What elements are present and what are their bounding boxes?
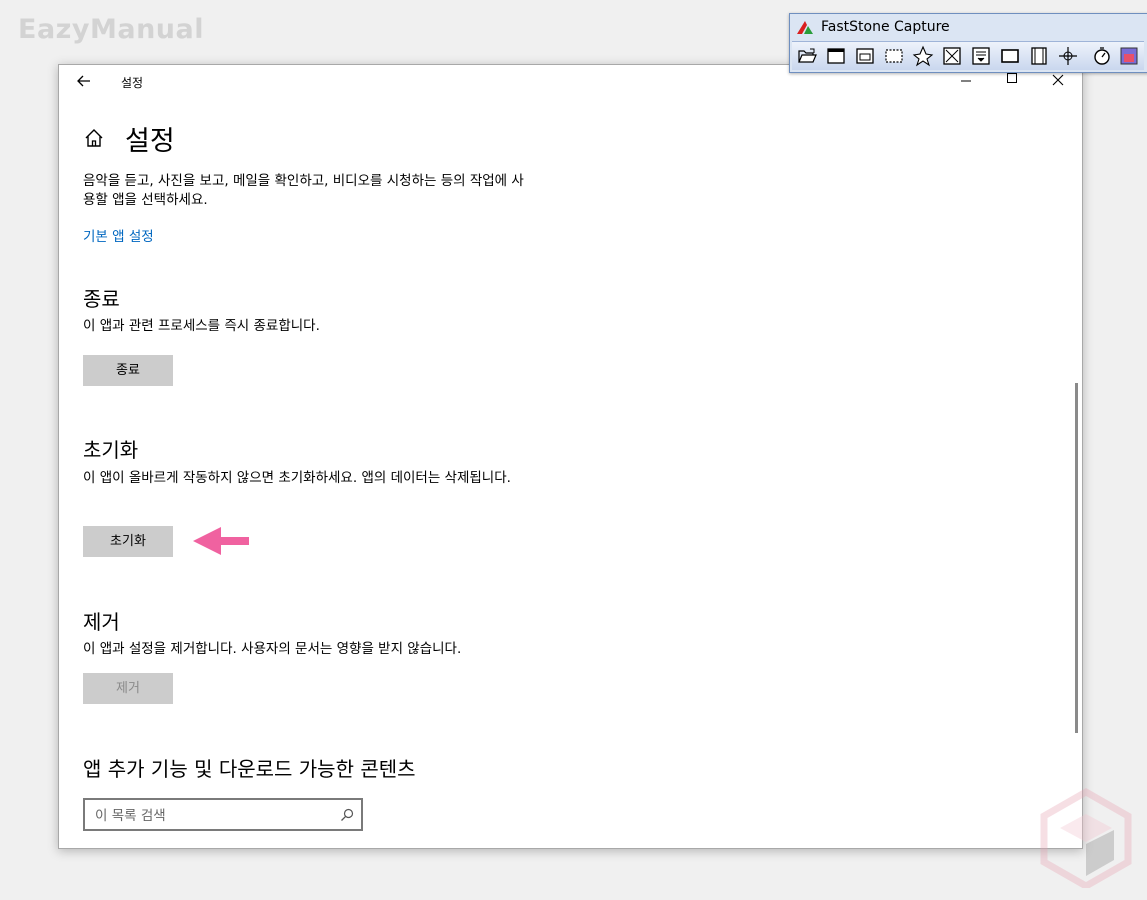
window-title: 설정 xyxy=(121,76,144,90)
back-arrow-icon xyxy=(77,75,90,87)
terminate-description: 이 앱과 관련 프로세스를 즉시 종료합니다. xyxy=(83,318,320,334)
terminate-heading: 종료 xyxy=(83,287,120,311)
terminate-button[interactable]: 종료 xyxy=(83,355,173,386)
object-capture-icon[interactable] xyxy=(854,45,876,67)
timer-icon[interactable] xyxy=(1091,45,1113,67)
faststone-title: FastStone Capture xyxy=(821,19,950,35)
search-input[interactable] xyxy=(85,800,337,831)
video-record-icon[interactable] xyxy=(1028,45,1050,67)
faststone-logo-icon xyxy=(797,21,813,34)
search-box xyxy=(83,798,363,831)
watermark-text: EazyManual xyxy=(18,14,204,45)
faststone-tools xyxy=(792,41,1144,70)
close-button[interactable] xyxy=(1043,71,1073,91)
window-capture-icon[interactable] xyxy=(825,45,847,67)
crosshair-icon[interactable] xyxy=(1057,45,1079,67)
open-icon[interactable] xyxy=(796,45,818,67)
scrollbar[interactable] xyxy=(1075,383,1078,733)
page-description: 음악을 듣고, 사진을 보고, 메일을 확인하고, 비디오를 시청하는 등의 작… xyxy=(83,173,524,208)
pink-arrow-icon xyxy=(193,527,249,555)
faststone-title-row: FastStone Capture xyxy=(790,14,1147,40)
page-title: 설정 xyxy=(125,126,175,157)
maximize-button[interactable] xyxy=(997,71,1027,91)
uninstall-button[interactable]: 제거 xyxy=(83,673,173,704)
back-button[interactable] xyxy=(73,71,95,91)
scroll-capture-icon[interactable] xyxy=(970,45,992,67)
output-icon[interactable] xyxy=(1118,45,1140,67)
uninstall-heading: 제거 xyxy=(83,610,120,634)
minimize-icon xyxy=(961,80,971,82)
uninstall-description: 이 앱과 설정을 제거합니다. 사용자의 문서는 영향을 받지 않습니다. xyxy=(83,641,462,657)
default-apps-link[interactable]: 기본 앱 설정 xyxy=(83,225,154,245)
freehand-capture-icon[interactable] xyxy=(912,45,934,67)
site-logo-icon xyxy=(1040,788,1132,888)
reset-description: 이 앱이 올바르게 작동하지 않으면 초기화하세요. 앱의 데이터는 삭제됩니다… xyxy=(83,470,511,486)
addons-heading: 앱 추가 기능 및 다운로드 가능한 콘텐츠 xyxy=(83,757,416,781)
maximize-icon xyxy=(1007,73,1017,83)
fixed-region-icon[interactable] xyxy=(999,45,1021,67)
reset-heading: 초기화 xyxy=(83,438,139,462)
fullscreen-capture-icon[interactable] xyxy=(941,45,963,67)
settings-window: 설정 설정 음악을 듣고, 사진을 보고, 메일을 확인하고, 비디오를 시청하… xyxy=(58,64,1083,849)
minimize-button[interactable] xyxy=(951,71,981,91)
faststone-toolbar: FastStone Capture xyxy=(789,13,1147,73)
home-icon xyxy=(85,129,103,147)
close-icon xyxy=(1052,74,1064,86)
reset-button[interactable]: 초기화 xyxy=(83,526,173,557)
rect-capture-icon[interactable] xyxy=(883,45,905,67)
search-icon[interactable] xyxy=(339,807,355,823)
